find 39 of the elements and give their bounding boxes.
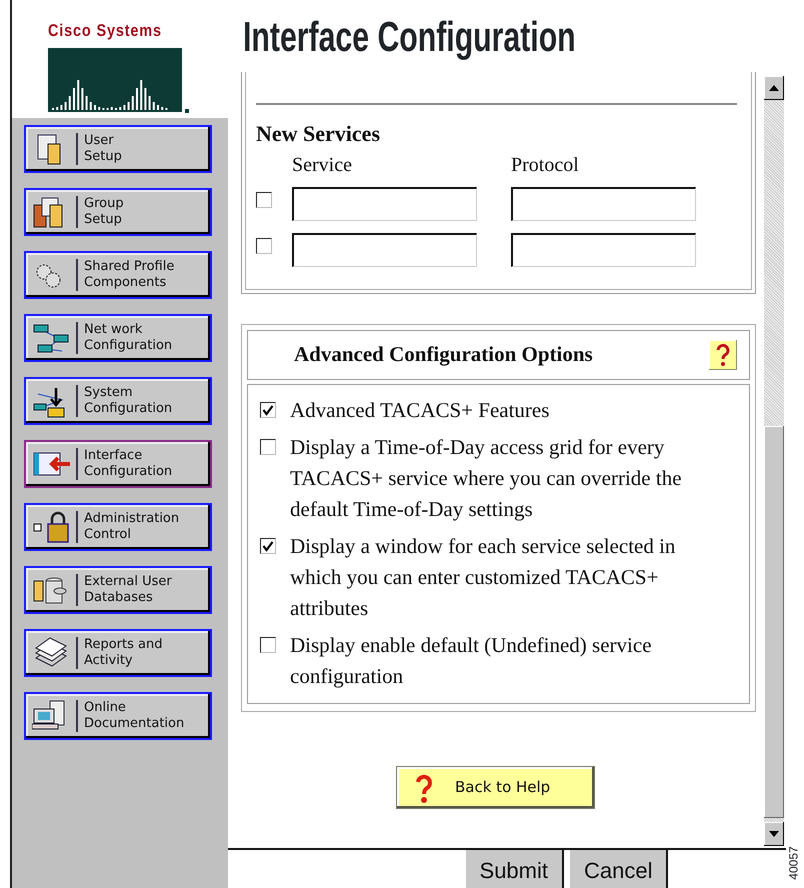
nav-button[interactable]: Group Setup	[24, 188, 212, 236]
section-heading: New Services	[256, 123, 382, 145]
option-label: Display enable default (Undefined) service configuration	[290, 632, 653, 690]
checkbox[interactable]	[256, 238, 272, 254]
service-field[interactable]	[292, 187, 477, 221]
checkbox[interactable]	[260, 637, 276, 653]
checkbox[interactable]	[256, 192, 272, 208]
nav-button[interactable]: Shared Profile Components	[24, 251, 212, 299]
checkbox[interactable]	[260, 439, 276, 455]
option-label: Advanced TACACS+ Features	[290, 397, 550, 424]
scrollbar[interactable]	[764, 76, 784, 846]
nav-button[interactable]: Administration Control	[24, 503, 212, 551]
protocol-field[interactable]	[511, 187, 696, 221]
checkbox[interactable]	[260, 538, 276, 554]
padlock-icon	[32, 510, 70, 544]
protocol-field[interactable]	[511, 233, 696, 267]
logo-text: Cisco Systems	[48, 22, 162, 39]
page-title: Interface Configuration	[243, 16, 576, 58]
nav-button[interactable]: Interface Configuration	[24, 440, 212, 488]
cancel-button[interactable]: Cancel	[570, 850, 668, 888]
nav-button[interactable]: External User Databases	[24, 566, 212, 614]
submit-button[interactable]: Submit	[466, 850, 564, 888]
service-field[interactable]	[292, 233, 477, 267]
option-label: Display a Time-of-Day access grid for every TACACS+ service where you can override the default Time-of-Day settings	[290, 434, 683, 523]
option-label: Display a window for each service selected in which you can enter customized TACACS+ attributes	[290, 533, 676, 622]
column-header: Service	[292, 155, 353, 175]
figure-number: 40057	[786, 846, 802, 880]
down-arrow-icon[interactable]	[769, 831, 779, 837]
nav-button[interactable]: System Configuration	[24, 377, 212, 425]
nav-button[interactable]: Net work Configuration	[24, 314, 212, 362]
nav-button[interactable]: Online Documentation	[24, 692, 212, 740]
nav-button[interactable]: User Setup	[24, 125, 212, 173]
checkbox[interactable]	[260, 402, 276, 418]
nav-button[interactable]: Reports and Activity	[24, 629, 212, 677]
help-icon[interactable]	[709, 340, 737, 370]
column-header: Protocol	[511, 155, 580, 175]
panel-title: Advanced Configuration Options	[294, 341, 593, 368]
help-button[interactable]: Back to Help	[396, 766, 595, 809]
up-arrow-icon[interactable]	[769, 85, 779, 91]
